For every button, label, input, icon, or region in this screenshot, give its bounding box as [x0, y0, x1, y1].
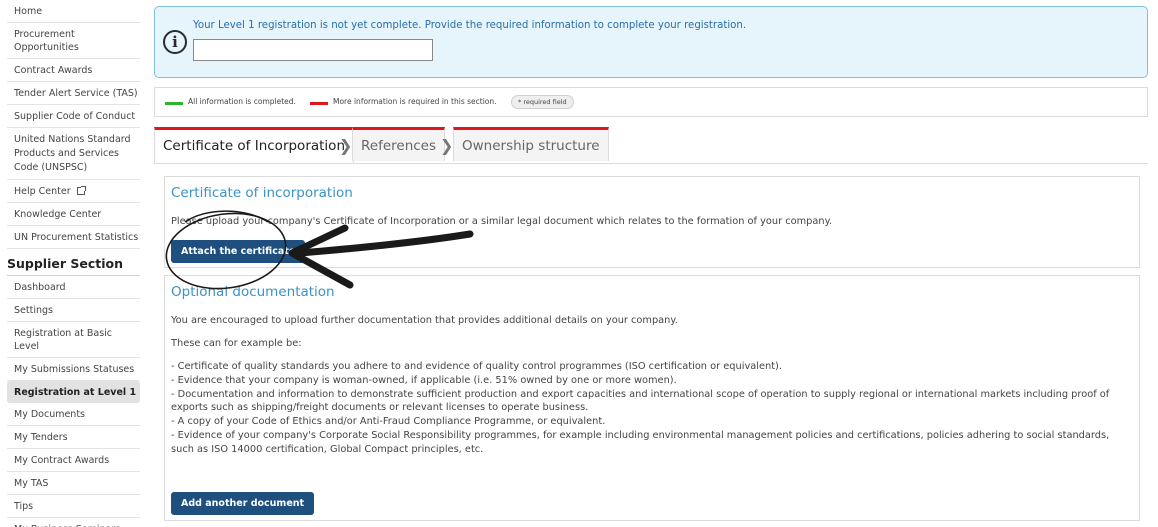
example-item: - Documentation and information to demon…: [171, 388, 1110, 414]
example-item: - Evidence of your company's Corporate S…: [171, 429, 1110, 455]
optional-panel-intro: You are encouraged to upload further doc…: [171, 315, 678, 326]
nav-registration-level-1[interactable]: Registration at Level 1: [7, 381, 140, 403]
legend-complete-label: All information is completed.: [188, 97, 296, 106]
nav-help-center-label: Help Center: [14, 186, 71, 197]
nav-tips[interactable]: Tips: [7, 495, 140, 518]
nav-my-contract-awards[interactable]: My Contract Awards: [7, 449, 140, 472]
sidebar: Home Procurement Opportunities Contract …: [0, 0, 146, 527]
nav-procurement-opportunities[interactable]: Procurement Opportunities: [7, 23, 140, 59]
nav-tender-alert-service[interactable]: Tender Alert Service (TAS): [7, 82, 140, 105]
nav-my-tas[interactable]: My TAS: [7, 472, 140, 495]
complete-color-marker: [165, 102, 183, 105]
nav-contract-awards[interactable]: Contract Awards: [7, 59, 140, 82]
attach-certificate-button[interactable]: Attach the certificate: [171, 240, 306, 263]
example-item: - A copy of your Code of Ethics and/or A…: [171, 416, 606, 428]
tab-references[interactable]: References: [352, 127, 446, 161]
section-tabs: Certificate of Incorporation ❯ Reference…: [154, 127, 1148, 163]
alert-input[interactable]: [193, 39, 433, 61]
nav-help-center[interactable]: Help Center: [7, 180, 140, 203]
example-item: - Certificate of quality standards you a…: [171, 361, 782, 372]
chevron-right-icon: ❯: [339, 136, 353, 155]
alert-message: Your Level 1 registration is not yet com…: [193, 20, 747, 31]
optional-panel-examples-intro: These can for example be:: [171, 338, 302, 349]
nav-unspsc[interactable]: United Nations Standard Products and Ser…: [7, 128, 140, 180]
add-another-document-button[interactable]: Add another document: [171, 492, 315, 515]
supplier-section-title: Supplier Section: [7, 249, 140, 276]
nav-my-submissions-statuses[interactable]: My Submissions Statuses: [7, 358, 140, 381]
external-link-icon: [76, 186, 86, 195]
nav-registration-basic[interactable]: Registration at Basic Level: [7, 322, 140, 358]
tab-certificate-of-incorporation[interactable]: Certificate of Incorporation: [154, 127, 354, 163]
tabs-divider: [154, 163, 1148, 164]
info-icon: i: [163, 30, 187, 54]
required-field-badge: * required field: [511, 95, 574, 109]
chevron-right-icon: ❯: [440, 136, 454, 155]
nav-supplier-code-of-conduct[interactable]: Supplier Code of Conduct: [7, 105, 140, 128]
status-legend: All information is completed. More infor…: [154, 87, 1148, 117]
nav-my-tenders[interactable]: My Tenders: [7, 426, 140, 449]
certificate-panel-description: Please upload your company's Certificate…: [171, 216, 833, 227]
example-item: - Evidence that your company is woman-ow…: [171, 374, 677, 386]
nav-dashboard[interactable]: Dashboard: [7, 276, 140, 299]
incomplete-color-marker: [310, 102, 328, 105]
nav-settings[interactable]: Settings: [7, 299, 140, 322]
tab-ownership-structure[interactable]: Ownership structure: [453, 127, 609, 161]
nav-my-documents[interactable]: My Documents: [7, 403, 140, 426]
nav-my-business-seminars[interactable]: My Business Seminars: [7, 518, 140, 527]
registration-alert: i Your Level 1 registration is not yet c…: [154, 6, 1148, 78]
optional-panel-examples: - Certificate of quality standards you a…: [171, 360, 1133, 457]
optional-documentation-panel: Optional documentation You are encourage…: [164, 275, 1140, 521]
nav-knowledge-center[interactable]: Knowledge Center: [7, 203, 140, 226]
nav-un-procurement-statistics[interactable]: UN Procurement Statistics: [7, 226, 140, 249]
optional-panel-title: Optional documentation: [171, 284, 335, 300]
certificate-panel: Certificate of incorporation Please uplo…: [164, 176, 1140, 268]
legend-incomplete-label: More information is required in this sec…: [333, 97, 497, 106]
nav-home[interactable]: Home: [7, 0, 140, 23]
certificate-panel-title: Certificate of incorporation: [171, 185, 353, 201]
